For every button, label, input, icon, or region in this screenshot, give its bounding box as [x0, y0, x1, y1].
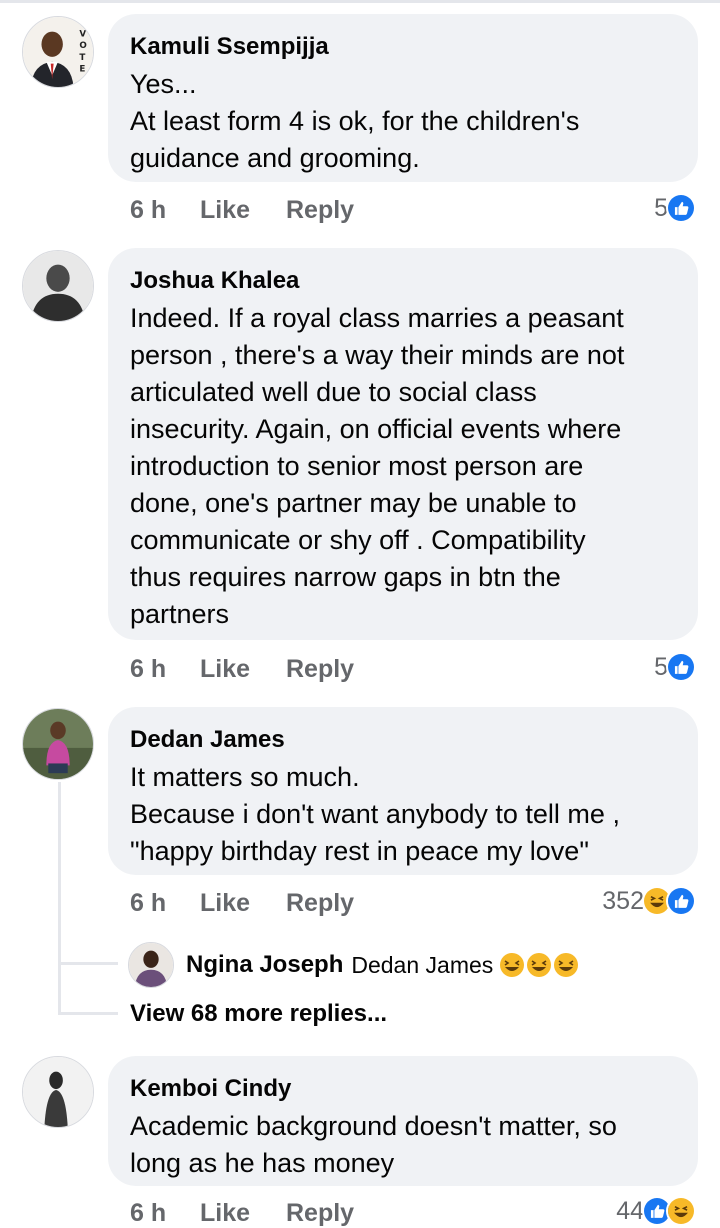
comment-line: Indeed. If a royal class marries a peasa… — [130, 303, 624, 333]
comment-bubble: Kemboi Cindy Academic background doesn't… — [108, 1056, 698, 1186]
comment-text: It matters so much. Because i don't want… — [130, 759, 676, 870]
svg-text:O: O — [79, 41, 86, 51]
comment-line: long as he has money — [130, 1148, 395, 1178]
comment-author[interactable]: Kamuli Ssempijja — [130, 32, 676, 62]
comment-bubble: Joshua Khalea Indeed. If a royal class m… — [108, 248, 698, 640]
avatar-dedan-james[interactable] — [22, 708, 94, 780]
comment-time: 6 h — [130, 888, 167, 917]
comment-line: At least form 4 is ok, for the children'… — [130, 106, 580, 136]
reply-author[interactable]: Ngina Joseph — [186, 951, 343, 979]
profile-photo-icon — [23, 251, 93, 321]
comment-line: Academic background doesn't matter, so — [130, 1111, 617, 1141]
reply-button[interactable]: Reply — [286, 1199, 354, 1228]
comment-actions: 6 h Like Reply — [130, 193, 354, 227]
comment-author[interactable]: Joshua Khalea — [130, 266, 676, 296]
reply-text: Dedan James — [351, 951, 494, 978]
comment-line: Yes... — [130, 69, 197, 99]
comment-bubble: Dedan James It matters so much. Because … — [108, 707, 698, 875]
comment-actions: 6 h Like Reply — [130, 1196, 354, 1228]
comment-line: person , there's a way their minds are n… — [130, 340, 625, 370]
comment-bubble: Kamuli Ssempijja Yes... At least form 4 … — [108, 14, 698, 182]
avatar-kamuli-ssempijja[interactable]: V O T E — [22, 16, 94, 88]
like-reaction-icon — [666, 652, 696, 682]
svg-text:V: V — [79, 29, 86, 39]
comment-line: done, one's partner may be unable to — [130, 488, 577, 518]
comment-actions: 6 h Like Reply — [130, 652, 354, 686]
like-reaction-icon — [666, 193, 696, 223]
reply-button[interactable]: Reply — [286, 196, 354, 225]
comment-text: Indeed. If a royal class marries a peasa… — [130, 300, 676, 633]
comment-time: 6 h — [130, 654, 167, 683]
reaction-summary[interactable]: 5 — [654, 650, 696, 684]
comment-time: 6 h — [130, 195, 167, 224]
rolling-laughing-emoji — [499, 952, 525, 978]
thread-branch — [58, 962, 118, 965]
thread-connector — [58, 782, 61, 1014]
reaction-count: 44 — [616, 1196, 644, 1225]
comment-text: Yes... At least form 4 is ok, for the ch… — [130, 66, 676, 177]
svg-text:E: E — [79, 64, 85, 74]
like-reaction-icon — [666, 886, 696, 916]
reply-preview[interactable]: Ngina Joseph Dedan James — [186, 948, 580, 982]
like-button[interactable]: Like — [200, 889, 286, 918]
reply-button[interactable]: Reply — [286, 655, 354, 684]
avatar-kemboi-cindy[interactable] — [22, 1056, 94, 1128]
like-button[interactable]: Like — [200, 1199, 286, 1228]
comment-line: partners — [130, 599, 230, 629]
rolling-laughing-emoji — [553, 952, 579, 978]
reaction-summary[interactable]: 44 — [616, 1194, 696, 1228]
comment-line: introduction to senior most person are — [130, 451, 584, 481]
avatar-joshua-khalea[interactable] — [22, 250, 94, 322]
like-button[interactable]: Like — [200, 655, 286, 684]
comment-text: Academic background doesn't matter, so l… — [130, 1108, 676, 1182]
reaction-summary[interactable]: 5 — [654, 191, 696, 225]
comment-author[interactable]: Kemboi Cindy — [130, 1074, 676, 1104]
reply-button[interactable]: Reply — [286, 889, 354, 918]
avatar-ngina-joseph[interactable] — [128, 942, 174, 988]
comment-line: communicate or shy off . Compatibility — [130, 525, 586, 555]
comment-line: guidance and grooming. — [130, 143, 420, 173]
comment-line: articulated well due to social class — [130, 377, 537, 407]
haha-reaction-icon — [666, 1196, 696, 1226]
comment-time: 6 h — [130, 1198, 167, 1227]
profile-photo-icon — [23, 709, 93, 779]
view-more-replies-link[interactable]: View 68 more replies... — [130, 1000, 387, 1028]
reaction-summary[interactable]: 352 — [602, 884, 696, 918]
top-divider — [0, 0, 720, 3]
like-button[interactable]: Like — [200, 196, 286, 225]
comment-line: Because i don't want anybody to tell me … — [130, 799, 620, 829]
comment-line: thus requires narrow gaps in btn the — [130, 562, 561, 592]
comment-line: It matters so much. — [130, 762, 360, 792]
comment-line: insecurity. Again, on official events wh… — [130, 414, 622, 444]
profile-photo-icon: V O T E — [23, 17, 93, 87]
rolling-laughing-emoji — [526, 952, 552, 978]
comment-line: "happy birthday rest in peace my love" — [130, 836, 589, 866]
comment-actions: 6 h Like Reply — [130, 886, 354, 920]
svg-text:T: T — [79, 53, 85, 63]
thread-branch — [58, 1012, 118, 1015]
profile-photo-icon — [129, 943, 173, 987]
reaction-count: 352 — [602, 886, 644, 915]
profile-photo-icon — [23, 1057, 93, 1127]
comment-author[interactable]: Dedan James — [130, 725, 676, 755]
